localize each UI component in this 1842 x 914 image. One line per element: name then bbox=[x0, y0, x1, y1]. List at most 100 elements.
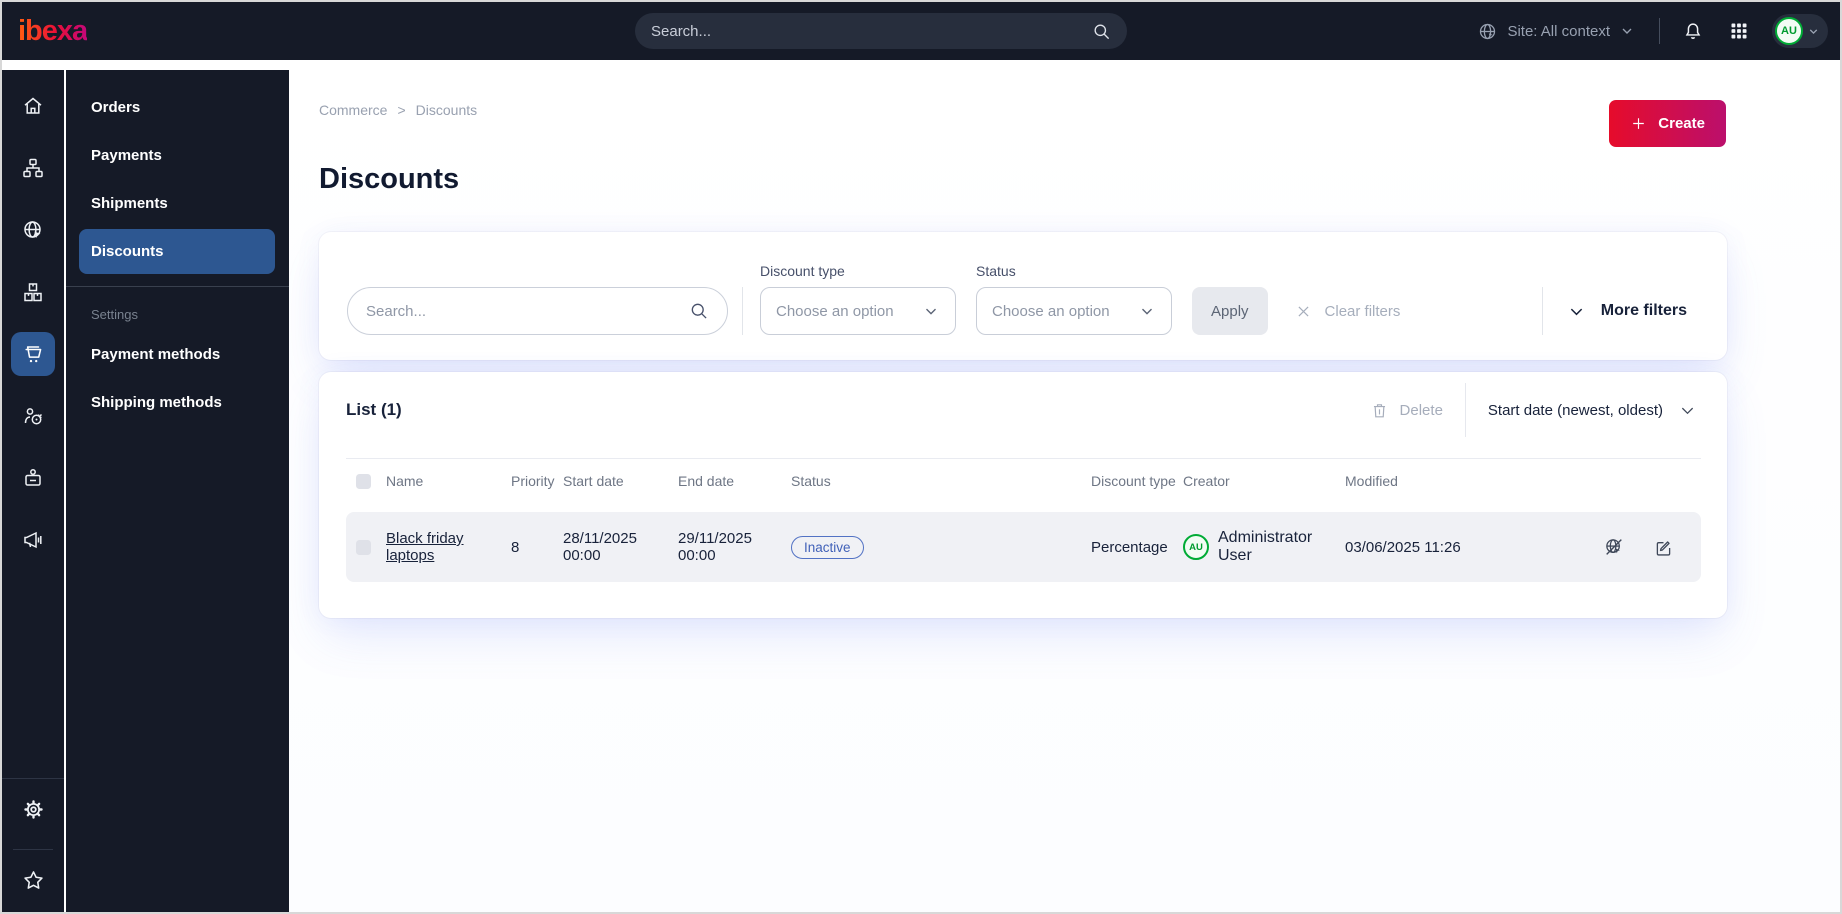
list-actions-divider bbox=[1464, 383, 1466, 437]
chevron-down-icon bbox=[1567, 302, 1586, 321]
trash-icon bbox=[1370, 401, 1389, 420]
row-actions bbox=[1603, 536, 1701, 558]
subnav-item-payment-methods[interactable]: Payment methods bbox=[79, 332, 275, 377]
breadcrumb-discounts[interactable]: Discounts bbox=[416, 102, 477, 118]
column-header-end-date: End date bbox=[678, 473, 735, 489]
rail-divider bbox=[13, 849, 53, 850]
discount-type-value: Choose an option bbox=[776, 302, 894, 320]
nav-user-badge[interactable] bbox=[11, 456, 55, 500]
nav-home[interactable] bbox=[11, 84, 55, 128]
site-context-selector[interactable]: Site: All context bbox=[1477, 21, 1635, 42]
creator-name: Administrator User bbox=[1218, 529, 1313, 564]
discount-type-filter: Discount type Choose an option bbox=[760, 263, 956, 335]
sort-selector[interactable]: Start date (newest, oldest) bbox=[1488, 401, 1701, 420]
apply-button[interactable]: Apply bbox=[1192, 287, 1268, 335]
nav-product-catalog[interactable] bbox=[11, 270, 55, 314]
site-preview-disabled-icon[interactable] bbox=[1603, 536, 1625, 558]
nav-marketing[interactable] bbox=[11, 518, 55, 562]
chevron-down-icon bbox=[1619, 23, 1635, 39]
topbar: ibexa Site: All context bbox=[2, 2, 1840, 60]
plus-icon bbox=[1630, 115, 1647, 132]
settings-gear-icon bbox=[21, 797, 46, 822]
rail-bottom bbox=[2, 778, 64, 912]
breadcrumb-commerce[interactable]: Commerce bbox=[319, 102, 387, 118]
row-checkbox[interactable] bbox=[356, 539, 371, 555]
status-value: Choose an option bbox=[992, 302, 1110, 320]
chevron-down-icon bbox=[1138, 302, 1156, 320]
status-badge: Inactive bbox=[791, 535, 864, 559]
breadcrumb-separator: > bbox=[397, 102, 406, 118]
user-menu[interactable]: AU bbox=[1772, 14, 1828, 48]
filter-search-input[interactable] bbox=[366, 302, 689, 320]
column-header-status: Status bbox=[791, 473, 831, 489]
content-tree-icon bbox=[21, 156, 45, 180]
list-header: List (1) Delete Start date (newest, olde… bbox=[346, 378, 1701, 442]
nav-favorites[interactable] bbox=[11, 858, 55, 902]
chevron-down-icon bbox=[922, 302, 940, 320]
discount-type-label: Discount type bbox=[760, 263, 845, 279]
marketing-megaphone-icon bbox=[21, 528, 45, 552]
select-all-checkbox[interactable] bbox=[356, 473, 371, 489]
subnav-item-shipments[interactable]: Shipments bbox=[79, 181, 275, 226]
search-icon[interactable] bbox=[689, 301, 709, 321]
list-card: List (1) Delete Start date (newest, olde… bbox=[319, 372, 1727, 618]
nav-settings[interactable] bbox=[11, 787, 55, 831]
app-grid-icon[interactable] bbox=[1726, 21, 1752, 41]
topbar-divider bbox=[1659, 18, 1660, 44]
ibexa-logo[interactable]: ibexa bbox=[18, 15, 88, 48]
clear-filters-button[interactable]: Clear filters bbox=[1295, 287, 1401, 335]
edit-icon[interactable] bbox=[1653, 537, 1674, 558]
site-context-label: Site: All context bbox=[1507, 22, 1610, 40]
status-label: Status bbox=[976, 263, 1016, 279]
subnav-item-discounts[interactable]: Discounts bbox=[79, 229, 275, 274]
avatar: AU bbox=[1183, 534, 1209, 560]
create-button[interactable]: Create bbox=[1609, 100, 1726, 147]
status-cell: Inactive bbox=[791, 535, 1091, 559]
list-title: List (1) bbox=[346, 400, 402, 419]
list-actions: Delete Start date (newest, oldest) bbox=[1370, 383, 1701, 437]
nav-site[interactable] bbox=[11, 208, 55, 252]
page-title: Discounts bbox=[319, 163, 460, 195]
modified-cell: 03/06/2025 11:26 bbox=[1345, 538, 1461, 556]
subnav-item-payments[interactable]: Payments bbox=[79, 133, 275, 178]
notifications-bell-icon[interactable] bbox=[1680, 20, 1706, 42]
delete-button[interactable]: Delete bbox=[1370, 401, 1443, 420]
status-select[interactable]: Choose an option bbox=[976, 287, 1172, 335]
customers-icon bbox=[21, 404, 45, 428]
body: Orders Payments Shipments Discounts Sett… bbox=[2, 60, 1840, 912]
column-header-name: Name bbox=[386, 473, 424, 489]
main-content: Commerce > Discounts Create Discounts Di… bbox=[289, 60, 1840, 912]
more-filters-button[interactable]: More filters bbox=[1541, 287, 1687, 335]
chevron-down-icon bbox=[1678, 401, 1697, 420]
subnav-divider bbox=[66, 286, 289, 287]
clear-filters-label: Clear filters bbox=[1324, 302, 1401, 320]
search-icon[interactable] bbox=[1092, 22, 1111, 41]
favorites-star-icon bbox=[21, 868, 46, 893]
creator-cell: AU Administrator User bbox=[1183, 529, 1345, 565]
site-context-globe-icon bbox=[1477, 21, 1498, 42]
start-date-cell: 28/11/2025 00:00 bbox=[563, 530, 637, 564]
discount-type-select[interactable]: Choose an option bbox=[760, 287, 956, 335]
table-header: Name Priority Start date End date Status… bbox=[346, 459, 1701, 503]
sort-selector-label: Start date (newest, oldest) bbox=[1487, 401, 1663, 419]
user-badge-icon bbox=[21, 466, 45, 490]
avatar: AU bbox=[1775, 17, 1803, 45]
site-icon bbox=[21, 218, 45, 242]
commerce-cart-icon bbox=[21, 342, 46, 367]
global-search-input[interactable] bbox=[651, 22, 1092, 40]
topbar-right: Site: All context AU bbox=[1477, 14, 1840, 48]
column-header-start-date: Start date bbox=[563, 473, 624, 489]
nav-content-tree[interactable] bbox=[11, 146, 55, 190]
main-nav-rail bbox=[2, 70, 64, 912]
status-filter: Status Choose an option bbox=[976, 263, 1172, 335]
discount-name-link[interactable]: Black friday laptops bbox=[386, 530, 464, 564]
nav-commerce[interactable] bbox=[11, 332, 55, 376]
nav-customers[interactable] bbox=[11, 394, 55, 438]
subnav-item-orders[interactable]: Orders bbox=[79, 85, 275, 130]
column-header-priority: Priority bbox=[511, 473, 555, 489]
global-search[interactable] bbox=[635, 13, 1127, 49]
filter-search[interactable] bbox=[347, 287, 728, 335]
column-header-discount-type: Discount type bbox=[1091, 473, 1176, 489]
subnav-item-shipping-methods[interactable]: Shipping methods bbox=[79, 380, 275, 425]
table-row: Black friday laptops 8 28/11/2025 00:00 … bbox=[346, 512, 1701, 582]
